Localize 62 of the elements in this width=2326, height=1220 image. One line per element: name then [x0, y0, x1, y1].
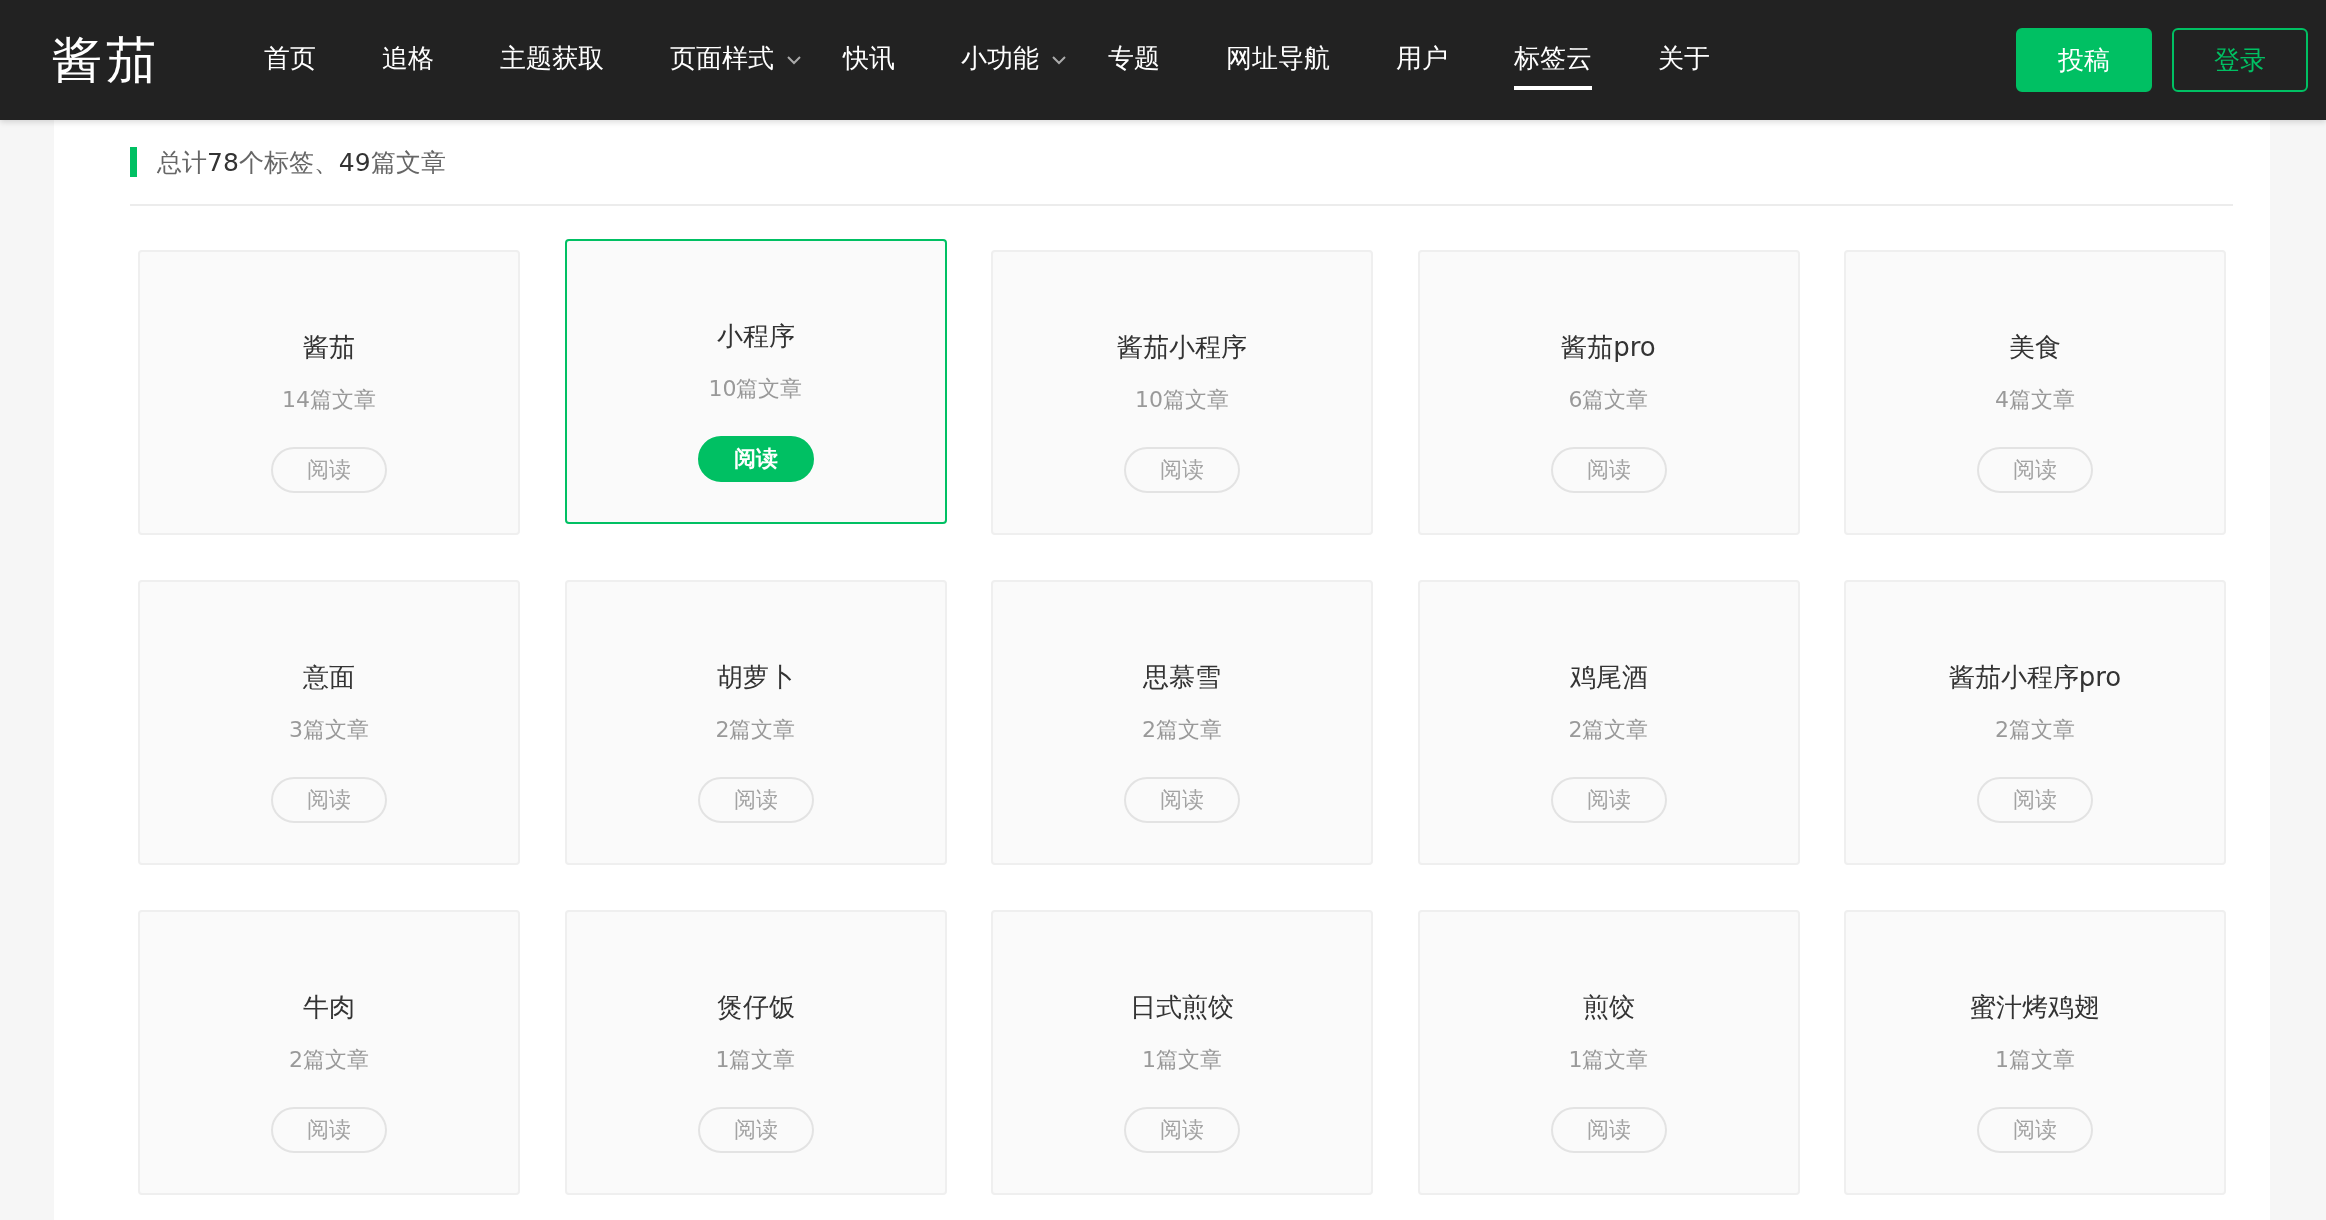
- tag-card[interactable]: 牛肉 2篇文章 阅读: [138, 910, 520, 1195]
- tag-name: 小程序: [716, 320, 795, 353]
- article-count: 1篇文章: [715, 1046, 796, 1074]
- tag-name: 蜜汁烤鸡翅: [1970, 991, 2100, 1024]
- article-count: 3篇文章: [289, 716, 369, 744]
- tag-card[interactable]: 思慕雪 2篇文章 阅读: [991, 580, 1373, 865]
- tag-name: 酱茄小程序pro: [1948, 661, 2122, 694]
- tag-card[interactable]: 蜜汁烤鸡翅 1篇文章 阅读: [1844, 910, 2226, 1195]
- tag-name: 日式煎饺: [1130, 991, 1234, 1024]
- tag-card[interactable]: 酱茄 14篇文章 阅读: [138, 250, 520, 535]
- nav-link[interactable]: 追格: [382, 30, 434, 90]
- tag-card[interactable]: 煲仔饭 1篇文章 阅读: [564, 910, 947, 1195]
- tag-name: 酱茄: [303, 331, 355, 364]
- tag-name: 鸡尾酒: [1569, 661, 1648, 694]
- tag-name: 思慕雪: [1143, 661, 1221, 694]
- tag-card[interactable]: 胡萝卜 2篇文章 阅读: [564, 580, 947, 865]
- article-count: 2篇文章: [289, 1046, 369, 1074]
- tag-name: 牛肉: [303, 991, 355, 1024]
- tag-card[interactable]: 酱茄pro 6篇文章 阅读: [1417, 250, 1800, 535]
- article-count: 6篇文章: [1568, 386, 1649, 414]
- accent-bar: [130, 147, 137, 177]
- tag-name: 意面: [303, 661, 355, 694]
- chevron-down-icon[interactable]: [1051, 55, 1067, 65]
- tag-card[interactable]: 鸡尾酒 2篇文章 阅读: [1417, 580, 1800, 865]
- tag-card[interactable]: 小程序 10篇文章 阅读: [564, 239, 947, 524]
- login-button[interactable]: 登录: [2172, 28, 2308, 92]
- tag-card[interactable]: 酱茄小程序pro 2篇文章 阅读: [1844, 580, 2226, 865]
- tag-summary: 总计78个标签、49篇文章: [157, 146, 446, 179]
- nav-link[interactable]: 主题获取: [500, 30, 604, 90]
- article-count: 10篇文章: [708, 375, 803, 403]
- article-count: 2篇文章: [1568, 716, 1649, 744]
- tag-name: 煲仔饭: [716, 991, 795, 1024]
- nav-link[interactable]: 快讯: [843, 30, 895, 90]
- article-count: 2篇文章: [715, 716, 796, 744]
- article-count: 1篇文章: [1142, 1046, 1222, 1074]
- nav-link[interactable]: 专题: [1108, 30, 1160, 90]
- nav-link[interactable]: 关于: [1658, 30, 1710, 90]
- nav-link[interactable]: 网址导航: [1226, 30, 1330, 90]
- tag-card[interactable]: 日式煎饺 1篇文章 阅读: [991, 910, 1373, 1195]
- nav-link[interactable]: 用户: [1396, 30, 1448, 90]
- tag-name: 胡萝卜: [716, 661, 795, 694]
- article-count: 1篇文章: [1568, 1046, 1649, 1074]
- nav-link[interactable]: 页面样式: [670, 30, 774, 90]
- article-count: 2篇文章: [1995, 716, 2075, 744]
- article-count: 14篇文章: [282, 386, 376, 414]
- tag-card[interactable]: 煎饺 1篇文章 阅读: [1417, 910, 1800, 1195]
- article-count: 4篇文章: [1995, 386, 2075, 414]
- nav-link[interactable]: 首页: [264, 30, 316, 90]
- article-count: 1篇文章: [1995, 1046, 2075, 1074]
- tag-card[interactable]: 意面 3篇文章 阅读: [138, 580, 520, 865]
- tag-name: 煎饺: [1582, 991, 1635, 1024]
- tag-card[interactable]: 酱茄小程序 10篇文章 阅读: [991, 250, 1373, 535]
- tag-card[interactable]: 美食 4篇文章 阅读: [1844, 250, 2226, 535]
- tag-name: 酱茄小程序: [1117, 331, 1247, 364]
- tag-name: 酱茄pro: [1561, 331, 1656, 364]
- nav-link[interactable]: 标签云: [1514, 30, 1592, 90]
- chevron-down-icon[interactable]: [786, 55, 802, 65]
- tag-name: 美食: [2009, 331, 2061, 364]
- article-count: 10篇文章: [1135, 386, 1229, 414]
- site-logo[interactable]: 酱茄: [52, 26, 264, 94]
- article-count: 2篇文章: [1142, 716, 1222, 744]
- nav-link[interactable]: 小功能: [961, 30, 1039, 90]
